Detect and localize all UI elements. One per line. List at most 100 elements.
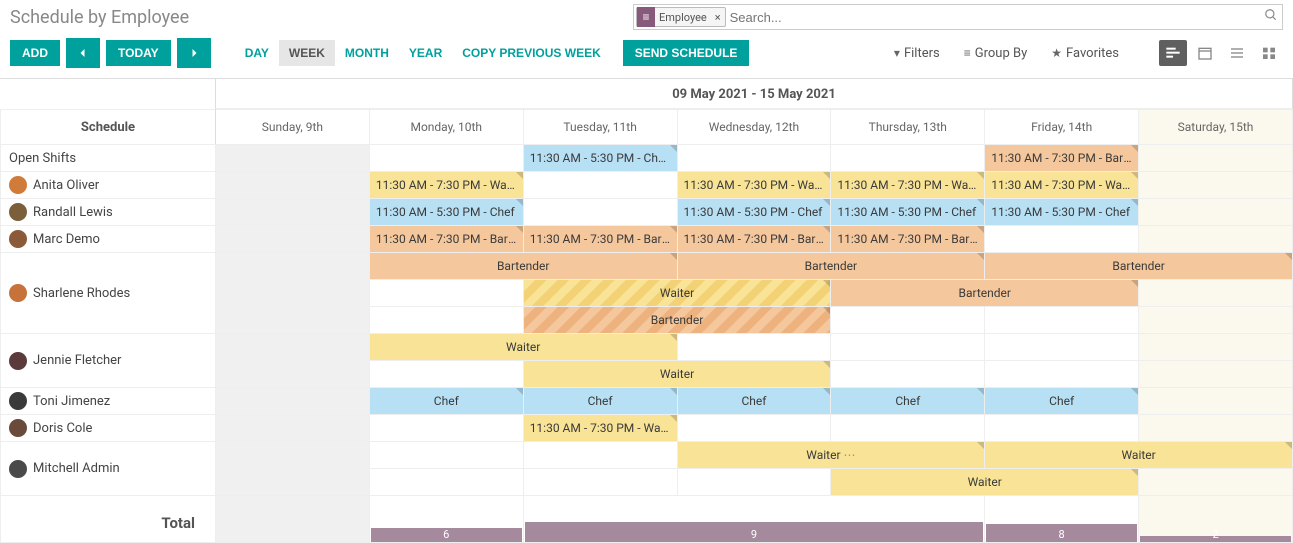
employee-name: Marc Demo	[33, 232, 100, 247]
avatar	[9, 392, 27, 410]
view-calendar[interactable]	[1191, 40, 1219, 66]
add-button[interactable]: ADD	[10, 40, 60, 66]
employee-name: Doris Cole	[33, 421, 92, 436]
shift[interactable]: 11:30 AM - 7:30 PM - Waiter	[985, 172, 1138, 198]
shift[interactable]: 11:30 AM - 7:30 PM - Bartender	[524, 226, 677, 252]
shift[interactable]: 11:30 AM - 7:30 PM - Bartender	[985, 145, 1138, 171]
groupby-label: Group By	[975, 46, 1028, 61]
search-input[interactable]	[726, 10, 1282, 25]
employee-name: Jennie Fletcher	[33, 353, 121, 368]
row-marc: Marc Demo 11:30 AM - 7:30 PM - Bartender…	[1, 226, 1293, 253]
avatar	[9, 419, 27, 437]
shift[interactable]: Waiter	[524, 280, 831, 306]
shift[interactable]: 11:30 AM - 7:30 PM - Bartender	[831, 226, 984, 252]
row-total: Total 6 9 8 2	[1, 496, 1293, 543]
shift[interactable]: Chef	[524, 388, 677, 414]
shift[interactable]: 11:30 AM - 5:30 PM - Chef ...	[524, 145, 677, 171]
avatar	[9, 176, 27, 194]
total-bar-sat: 2	[1140, 536, 1291, 542]
view-list[interactable]	[1223, 40, 1251, 66]
employee-name: Mitchell Admin	[33, 461, 120, 476]
filter-tag-remove[interactable]: ×	[711, 11, 725, 24]
shift[interactable]: Chef	[678, 388, 831, 414]
shift[interactable]: 11:30 AM - 7:30 PM - Waiter	[370, 172, 523, 198]
view-kanban[interactable]	[1255, 40, 1283, 66]
row-jennie-1: Jennie Fletcher Waiter	[1, 334, 1293, 361]
avatar	[9, 460, 27, 478]
total-bar-mon: 6	[371, 528, 522, 542]
row-randall: Randall Lewis 11:30 AM - 5:30 PM - Chef …	[1, 199, 1293, 226]
shift[interactable]: 11:30 AM - 5:30 PM - Chef	[831, 199, 984, 225]
day-head-mon: Monday, 10th	[369, 110, 523, 145]
scale-month[interactable]: MONTH	[335, 40, 399, 66]
shift[interactable]: Bartender	[678, 253, 985, 279]
shift[interactable]: Chef	[831, 388, 984, 414]
shift[interactable]: 11:30 AM - 5:30 PM - Chef	[678, 199, 831, 225]
row-label-open: Open Shifts	[1, 145, 215, 171]
row-sharlene-1: Sharlene Rhodes Bartender Bartender Bart…	[1, 253, 1293, 280]
day-head-sat: Saturday, 15th	[1139, 110, 1293, 145]
row-mitchell-1: Mitchell Admin Waiter ⋯ Waiter	[1, 442, 1293, 469]
view-gantt[interactable]	[1159, 40, 1187, 66]
shift[interactable]: 11:30 AM - 7:30 PM - Waiter	[831, 172, 984, 198]
shift[interactable]: Bartender	[524, 307, 831, 333]
day-head-fri: Friday, 14th	[985, 110, 1139, 145]
star-icon: ★	[1051, 46, 1062, 60]
shift[interactable]: Waiter	[370, 334, 677, 360]
day-head-thu: Thursday, 13th	[831, 110, 985, 145]
avatar	[9, 230, 27, 248]
shift[interactable]: Chef	[370, 388, 523, 414]
row-anita: Anita Oliver 11:30 AM - 7:30 PM - Waiter…	[1, 172, 1293, 199]
view-switcher	[1159, 40, 1283, 66]
group-icon: ≡	[964, 46, 971, 60]
shift[interactable]: Bartender	[370, 253, 677, 279]
prev-button[interactable]	[66, 38, 100, 68]
groupby-button[interactable]: ≡ Group By	[964, 46, 1028, 61]
today-button[interactable]: TODAY	[106, 40, 171, 66]
scale-day[interactable]: DAY	[235, 40, 279, 66]
day-head-wed: Wednesday, 12th	[677, 110, 831, 145]
shift[interactable]: Waiter	[985, 442, 1292, 468]
copy-previous-week-button[interactable]: COPY PREVIOUS WEEK	[452, 40, 610, 66]
total-label: Total	[1, 496, 216, 543]
shift-label: Waiter	[806, 448, 840, 462]
day-head-tue: Tuesday, 11th	[523, 110, 677, 145]
filter-tag-employee[interactable]: ≡ Employee ×	[636, 7, 726, 27]
employee-name: Sharlene Rhodes	[33, 286, 130, 301]
day-head-sun: Sunday, 9th	[216, 110, 370, 145]
shift[interactable]: 11:30 AM - 7:30 PM - Waiter	[678, 172, 831, 198]
scale-year[interactable]: YEAR	[399, 40, 452, 66]
scale-week[interactable]: WEEK	[279, 40, 335, 66]
row-open-shifts: Open Shifts 11:30 AM - 5:30 PM - Chef ..…	[1, 145, 1293, 172]
row-doris: Doris Cole 11:30 AM - 7:30 PM - Waiter	[1, 415, 1293, 442]
shift[interactable]: Waiter ⋯	[678, 442, 985, 468]
shift[interactable]: Bartender	[831, 280, 1138, 306]
send-schedule-button[interactable]: SEND SCHEDULE	[623, 40, 750, 66]
filter-tag-label: Employee	[655, 11, 711, 24]
search-bar[interactable]: ≡ Employee ×	[633, 4, 1283, 30]
filters-button[interactable]: ▾Filters	[894, 46, 940, 61]
shift[interactable]: 11:30 AM - 7:30 PM - Waiter	[524, 415, 677, 441]
shift[interactable]: Bartender	[985, 253, 1292, 279]
search-icon[interactable]	[1264, 8, 1278, 26]
scale-switch: DAY WEEK MONTH YEAR COPY PREVIOUS WEEK	[235, 40, 611, 66]
row-toni: Toni Jimenez Chef Chef Chef Chef Chef	[1, 388, 1293, 415]
shift[interactable]: Chef	[985, 388, 1138, 414]
employee-name: Randall Lewis	[33, 205, 113, 220]
page-title: Schedule by Employee	[10, 7, 189, 28]
shift[interactable]: 11:30 AM - 7:30 PM - Bartender	[678, 226, 831, 252]
date-range: 09 May 2021 - 15 May 2021	[215, 79, 1293, 109]
employee-name: Toni Jimenez	[33, 394, 110, 409]
next-button[interactable]	[177, 38, 211, 68]
funnel-icon: ▾	[894, 46, 900, 60]
shift[interactable]: 11:30 AM - 7:30 PM - Bartender	[370, 226, 523, 252]
total-bar-tue-thu: 9	[525, 522, 984, 542]
shift[interactable]: 11:30 AM - 5:30 PM - Chef	[985, 199, 1138, 225]
total-bar-fri: 8	[986, 524, 1137, 542]
shift[interactable]: Waiter	[524, 361, 831, 387]
favorites-button[interactable]: ★ Favorites	[1051, 46, 1119, 61]
shift[interactable]: Waiter	[831, 469, 1138, 495]
shift[interactable]: 11:30 AM - 5:30 PM - Chef	[370, 199, 523, 225]
avatar	[9, 284, 27, 302]
favorites-label: Favorites	[1066, 46, 1119, 61]
